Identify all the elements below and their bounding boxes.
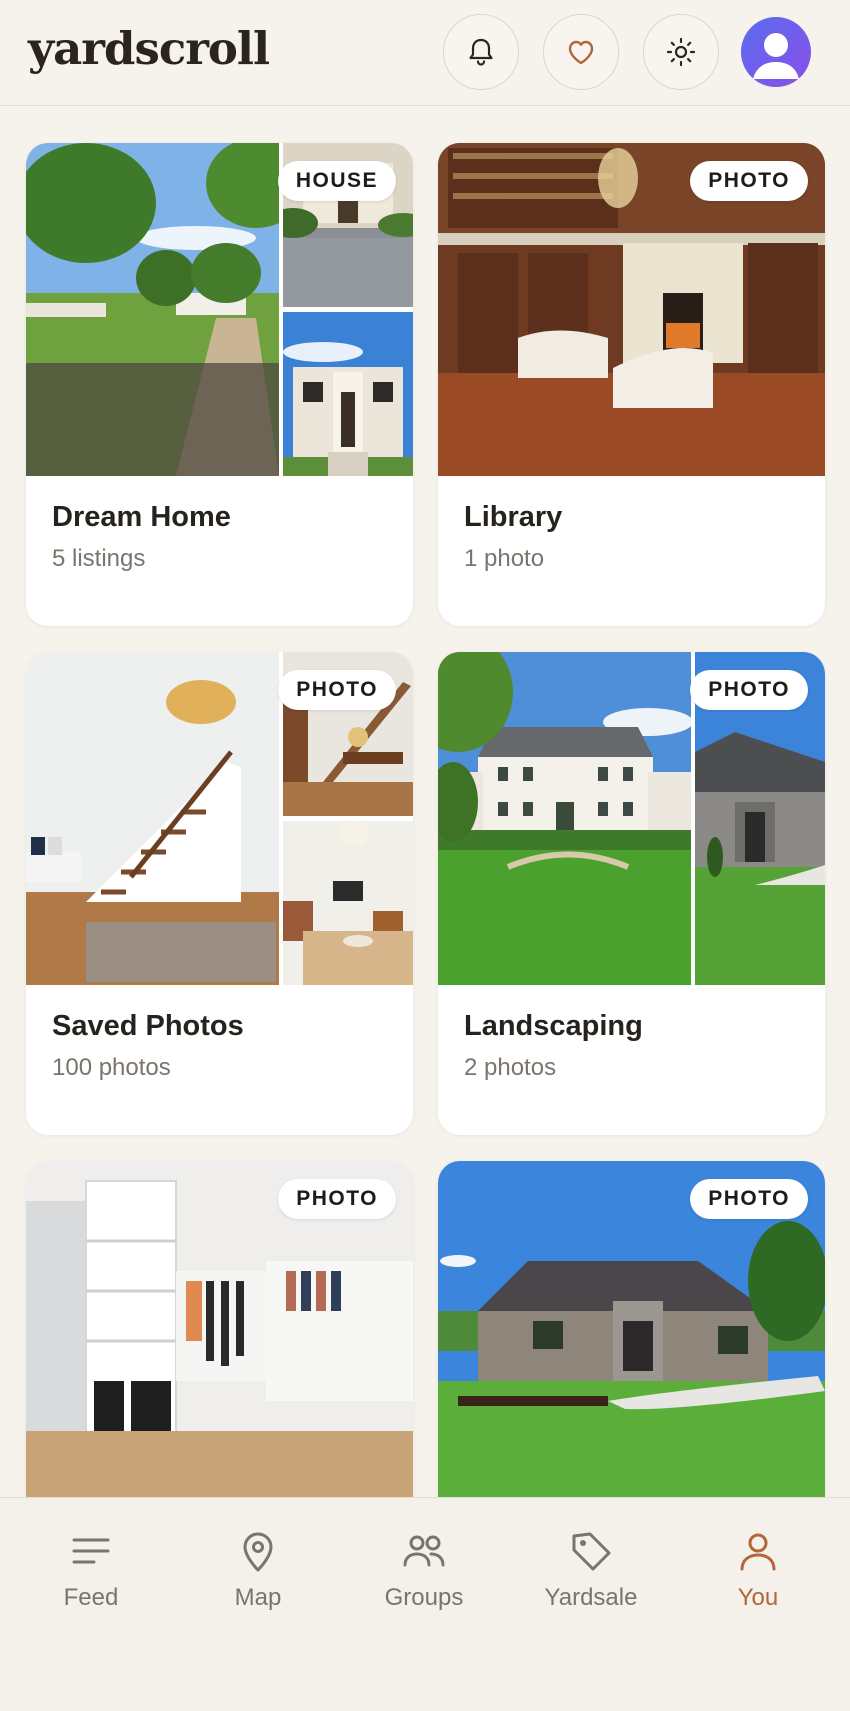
collection-card[interactable]: PHOTO — [26, 1161, 413, 1501]
nav-label: Map — [234, 1584, 282, 1611]
user-avatar-icon — [753, 33, 799, 79]
nav-label: Groups — [384, 1584, 464, 1611]
nav-item-feed[interactable]: Feed — [16, 1528, 166, 1628]
app-header: yardscroll — [0, 0, 850, 106]
favorites-button[interactable] — [543, 14, 619, 90]
collection-type-badge: PHOTO — [278, 1179, 396, 1219]
nav-label: Feed — [63, 1584, 119, 1611]
bottom-navigation: Feed Map Groups Yardsale You — [0, 1497, 850, 1711]
nav-item-yardsale[interactable]: Yardsale — [516, 1528, 666, 1628]
user-icon — [740, 1533, 776, 1571]
collection-type-badge: PHOTO — [690, 670, 808, 710]
collection-title: Landscaping — [464, 1010, 643, 1042]
collection-type-badge: PHOTO — [278, 670, 396, 710]
collection-type-badge: PHOTO — [690, 161, 808, 201]
bell-icon — [469, 38, 493, 66]
collection-card[interactable]: PHOTO — [438, 1161, 825, 1501]
app-logo[interactable]: yardscroll — [28, 22, 270, 75]
map-pin-icon — [243, 1532, 273, 1572]
collection-title: Saved Photos — [52, 1010, 244, 1042]
collection-card[interactable]: PHOTO Library 1 photo — [438, 143, 825, 626]
tag-icon — [572, 1532, 611, 1571]
nav-label: You — [737, 1584, 779, 1611]
sun-icon — [666, 37, 696, 67]
photo-country-driveway — [26, 143, 279, 476]
theme-toggle-button[interactable] — [643, 14, 719, 90]
profile-avatar[interactable] — [741, 17, 811, 87]
collection-type-badge: HOUSE — [277, 161, 396, 201]
collection-type-badge: PHOTO — [690, 1179, 808, 1219]
nav-item-groups[interactable]: Groups — [349, 1528, 499, 1628]
photo-colonial-lawn — [438, 652, 691, 985]
collection-count: 5 listings — [52, 545, 146, 572]
collection-count: 2 photos — [464, 1054, 557, 1081]
photo-dining-room — [283, 821, 413, 985]
collection-count: 100 photos — [52, 1054, 171, 1081]
collection-title: Library — [464, 501, 563, 533]
nav-item-you[interactable]: You — [683, 1528, 833, 1628]
nav-item-map[interactable]: Map — [183, 1528, 333, 1628]
collection-title: Dream Home — [52, 501, 231, 533]
collection-card[interactable]: PHOTO Saved Photos 100 photos — [26, 652, 413, 1135]
collection-count: 1 photo — [464, 545, 545, 572]
collection-card[interactable]: HOUSE Dream Home 5 listings — [26, 143, 413, 626]
photo-white-staircase — [26, 652, 279, 985]
groups-icon — [403, 1535, 445, 1567]
feed-icon — [72, 1538, 110, 1564]
photo-modern-facade — [283, 312, 413, 476]
collection-card[interactable]: PHOTO Landscaping 2 photos — [438, 652, 825, 1135]
notifications-button[interactable] — [443, 14, 519, 90]
nav-label: Yardsale — [544, 1584, 638, 1611]
heart-icon — [568, 40, 594, 65]
